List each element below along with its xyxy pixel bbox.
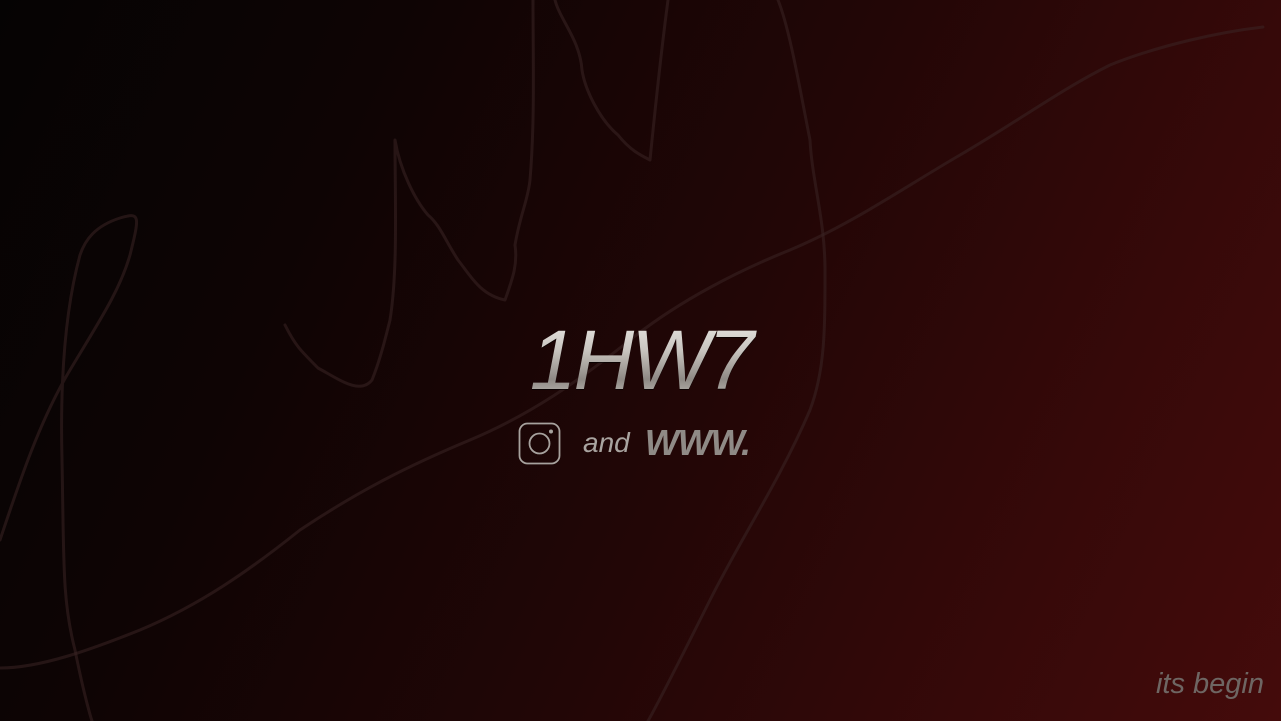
website-link[interactable]: WWW.: [645, 422, 751, 464]
scribble-line-1: [0, 214, 139, 721]
links-row: and WWW.: [518, 421, 751, 465]
instagram-icon[interactable]: [518, 422, 561, 465]
connector-text: and: [583, 427, 630, 458]
scribble-line-3: [553, 0, 670, 162]
site-logo-title: 1HW7: [0, 312, 1281, 408]
footer-tagline: its begin: [1155, 668, 1264, 700]
